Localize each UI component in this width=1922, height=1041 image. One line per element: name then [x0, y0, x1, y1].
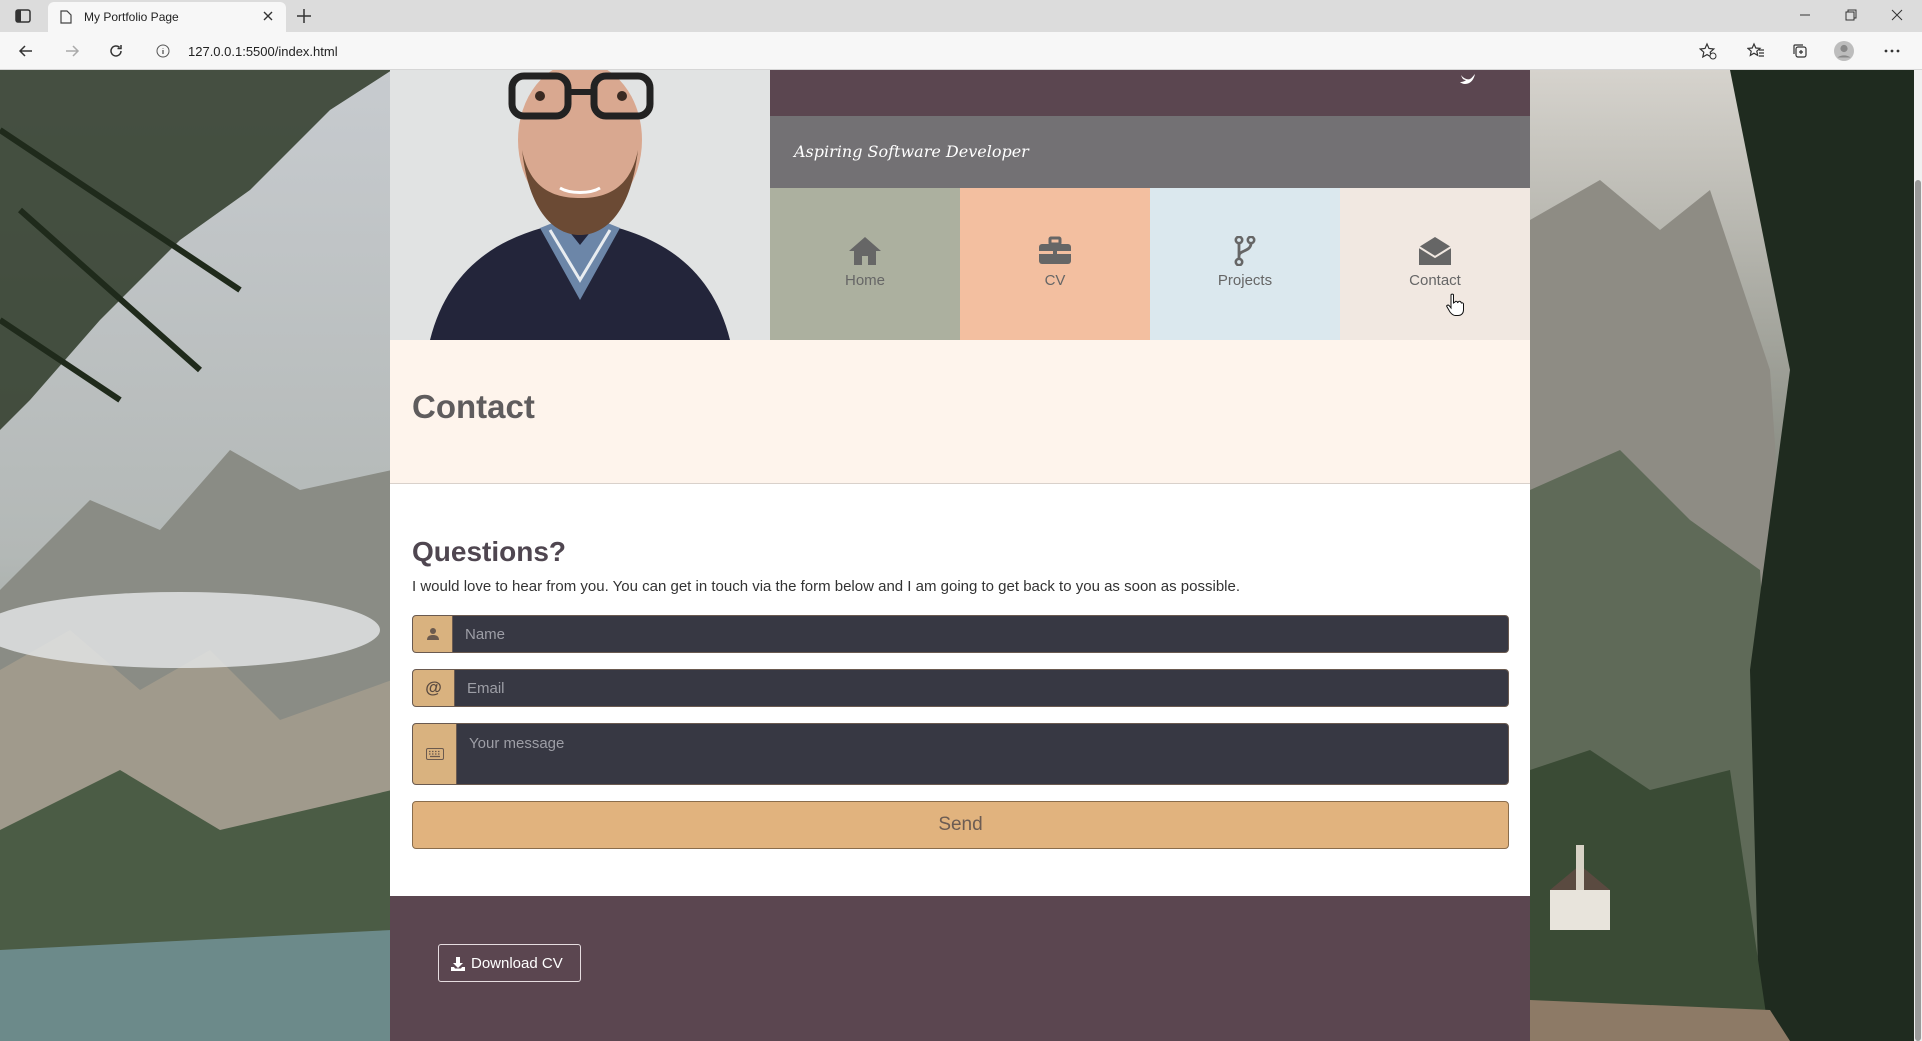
restore-icon[interactable]: [1828, 0, 1874, 30]
message-placeholder: Your message: [469, 735, 565, 752]
portfolio-site: Aspiring Software Developer Home CV Proj…: [390, 70, 1530, 1041]
close-icon[interactable]: [260, 8, 276, 24]
email-field[interactable]: @ Email: [412, 669, 1509, 707]
browser-tab[interactable]: My Portfolio Page: [48, 2, 286, 32]
new-tab-icon[interactable]: [294, 6, 314, 26]
add-favorite-icon[interactable]: [1696, 39, 1720, 63]
nav-label-home: Home: [844, 272, 885, 289]
hand-cursor-icon: [1446, 293, 1464, 317]
page-scrollbar[interactable]: [1914, 70, 1922, 1041]
main-nav: Home CV Projects Contact: [770, 188, 1530, 340]
url-text: 127.0.0.1:5500/index.html: [188, 44, 338, 59]
nav-item-contact[interactable]: Contact: [1340, 188, 1530, 340]
info-icon[interactable]: [156, 44, 170, 58]
collections-icon[interactable]: [1788, 39, 1812, 63]
favorites-icon[interactable]: [1744, 39, 1768, 63]
back-icon[interactable]: [14, 39, 38, 63]
footer: Download CV: [390, 896, 1530, 1041]
scrollbar-thumb[interactable]: [1915, 180, 1921, 1041]
nav-label-projects: Projects: [1217, 272, 1273, 289]
background-landscape-left: [0, 70, 392, 1041]
contact-heading: Questions?: [412, 536, 567, 567]
send-button[interactable]: Send: [412, 801, 1509, 849]
refresh-icon[interactable]: [104, 39, 128, 63]
keyboard-icon: [413, 724, 457, 784]
tab-actions-icon[interactable]: [12, 6, 34, 26]
header-band: [770, 70, 1530, 116]
nav-item-cv[interactable]: CV: [960, 188, 1150, 340]
window-close-icon[interactable]: [1874, 0, 1920, 30]
message-field[interactable]: Your message: [412, 723, 1509, 785]
address-bar[interactable]: 127.0.0.1:5500/index.html: [146, 37, 1700, 65]
twitter-icon[interactable]: [1460, 72, 1476, 84]
name-field[interactable]: Name: [412, 615, 1509, 653]
user-icon: [413, 616, 453, 652]
more-menu-icon[interactable]: [1880, 39, 1904, 63]
nav-item-home[interactable]: Home: [770, 188, 960, 340]
code-fork-icon: [1228, 235, 1262, 267]
envelope-open-icon: [1418, 236, 1452, 266]
name-placeholder: Name: [465, 626, 506, 643]
minimize-icon[interactable]: [1782, 0, 1828, 30]
download-cv-label: Download CV: [471, 955, 563, 972]
subtitle-band: Aspiring Software Developer: [770, 116, 1530, 188]
contact-intro: I would love to hear from you. You can g…: [412, 578, 1241, 595]
browser-tab-strip: My Portfolio Page: [0, 0, 1922, 32]
nav-label-contact: Contact: [1409, 272, 1461, 289]
download-icon: [451, 957, 465, 971]
background-landscape-right: [1530, 70, 1922, 1041]
forward-icon[interactable]: [60, 39, 84, 63]
nav-label-cv: CV: [1044, 272, 1066, 289]
nav-item-projects[interactable]: Projects: [1150, 188, 1340, 340]
download-cv-button[interactable]: Download CV: [438, 944, 581, 982]
email-placeholder: Email: [467, 680, 505, 697]
profile-avatar-icon[interactable]: [1832, 39, 1856, 63]
home-icon: [848, 236, 882, 266]
browser-toolbar: 127.0.0.1:5500/index.html: [0, 32, 1922, 70]
tab-title: My Portfolio Page: [84, 10, 179, 24]
page-icon: [60, 10, 72, 24]
page-viewport: Aspiring Software Developer Home CV Proj…: [0, 70, 1922, 1041]
profile-photo: [390, 70, 770, 340]
page-title: Contact: [412, 388, 535, 425]
at-sign-icon: @: [413, 670, 455, 706]
subtitle: Aspiring Software Developer: [794, 142, 1029, 161]
briefcase-icon: [1038, 236, 1072, 266]
section-header: Contact: [390, 340, 1530, 484]
